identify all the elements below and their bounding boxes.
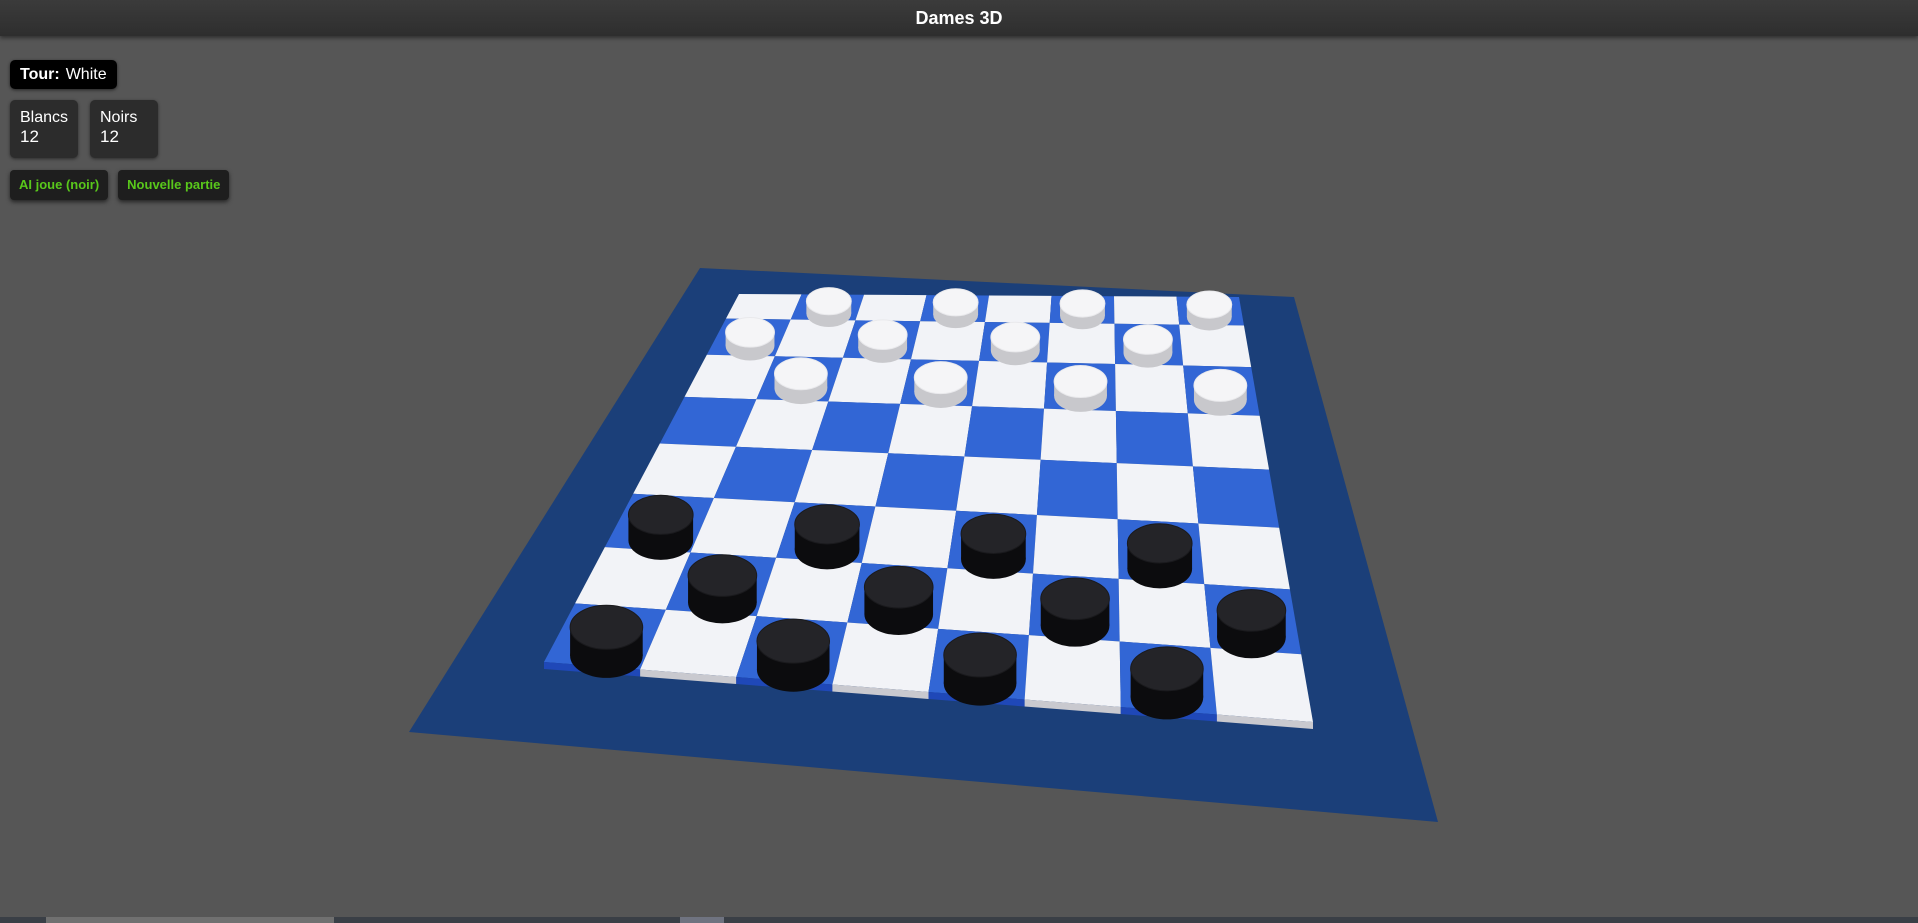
black-score-label: Noirs bbox=[100, 109, 138, 126]
black-piece[interactable] bbox=[794, 504, 860, 570]
board-square[interactable] bbox=[1036, 459, 1118, 520]
black-piece[interactable] bbox=[687, 554, 758, 624]
app-title: Dames 3D bbox=[0, 0, 1918, 36]
hud-panel: Tour: White Blancs 12 Noirs 12 AI joue (n… bbox=[10, 60, 230, 200]
black-piece[interactable] bbox=[960, 513, 1027, 579]
white-piece[interactable] bbox=[990, 321, 1041, 366]
board-square[interactable] bbox=[855, 294, 927, 322]
board-square[interactable] bbox=[1198, 523, 1290, 590]
board-square[interactable] bbox=[956, 456, 1041, 515]
bottom-bar bbox=[0, 917, 1918, 923]
black-piece[interactable] bbox=[1126, 523, 1193, 589]
white-score-label: Blancs bbox=[20, 109, 69, 126]
board-square[interactable] bbox=[964, 406, 1044, 460]
white-piece[interactable] bbox=[1186, 290, 1233, 331]
turn-indicator: Tour: White bbox=[10, 60, 117, 89]
black-score-value: 12 bbox=[100, 127, 119, 146]
black-piece[interactable] bbox=[943, 632, 1017, 706]
white-piece[interactable] bbox=[725, 317, 775, 361]
black-piece[interactable] bbox=[569, 604, 644, 678]
black-piece[interactable] bbox=[1130, 646, 1204, 720]
white-piece[interactable] bbox=[1193, 368, 1248, 416]
board-square[interactable] bbox=[1118, 578, 1211, 648]
black-score-box: Noirs 12 bbox=[90, 100, 158, 158]
board-square[interactable] bbox=[875, 453, 965, 511]
white-piece[interactable] bbox=[1123, 324, 1173, 368]
ai-play-button[interactable]: AI joue (noir) bbox=[10, 170, 109, 200]
new-game-button[interactable]: Nouvelle partie bbox=[118, 170, 230, 200]
bottom-bar-segment bbox=[680, 917, 724, 923]
black-piece[interactable] bbox=[1040, 577, 1110, 647]
board-square[interactable] bbox=[1040, 408, 1117, 464]
white-piece[interactable] bbox=[773, 357, 828, 405]
black-piece[interactable] bbox=[863, 565, 934, 636]
board-square[interactable] bbox=[984, 295, 1052, 323]
board-square[interactable] bbox=[1210, 647, 1313, 722]
turn-value: White bbox=[65, 66, 107, 83]
black-piece[interactable] bbox=[1216, 589, 1287, 659]
board-square[interactable] bbox=[1187, 413, 1270, 470]
board-square[interactable] bbox=[1192, 466, 1280, 528]
white-score-value: 12 bbox=[20, 127, 39, 146]
board-square[interactable] bbox=[1179, 324, 1252, 368]
white-piece[interactable] bbox=[857, 319, 908, 363]
bottom-bar-segment bbox=[46, 917, 334, 923]
white-piece[interactable] bbox=[1053, 365, 1108, 412]
white-piece[interactable] bbox=[805, 287, 852, 328]
board-square[interactable] bbox=[1115, 363, 1188, 414]
white-score-box: Blancs 12 bbox=[10, 100, 78, 158]
white-piece[interactable] bbox=[1059, 289, 1106, 330]
board-square[interactable] bbox=[1115, 411, 1193, 467]
board-square[interactable] bbox=[972, 360, 1048, 409]
board-square[interactable] bbox=[861, 506, 957, 569]
board-square[interactable] bbox=[828, 357, 911, 404]
black-piece[interactable] bbox=[627, 494, 694, 560]
action-buttons: AI joue (noir) Nouvelle partie bbox=[10, 170, 230, 200]
board-square[interactable] bbox=[1033, 514, 1119, 579]
turn-label: Tour: bbox=[20, 66, 60, 83]
game-scene[interactable] bbox=[0, 0, 1918, 923]
board-square[interactable] bbox=[1116, 463, 1199, 524]
black-piece[interactable] bbox=[756, 618, 831, 692]
score-panel: Blancs 12 Noirs 12 bbox=[10, 100, 229, 158]
board-square[interactable] bbox=[888, 403, 973, 457]
white-piece[interactable] bbox=[932, 288, 979, 329]
board-square[interactable] bbox=[1114, 296, 1180, 325]
board-square[interactable] bbox=[725, 294, 802, 320]
white-piece[interactable] bbox=[913, 361, 968, 409]
